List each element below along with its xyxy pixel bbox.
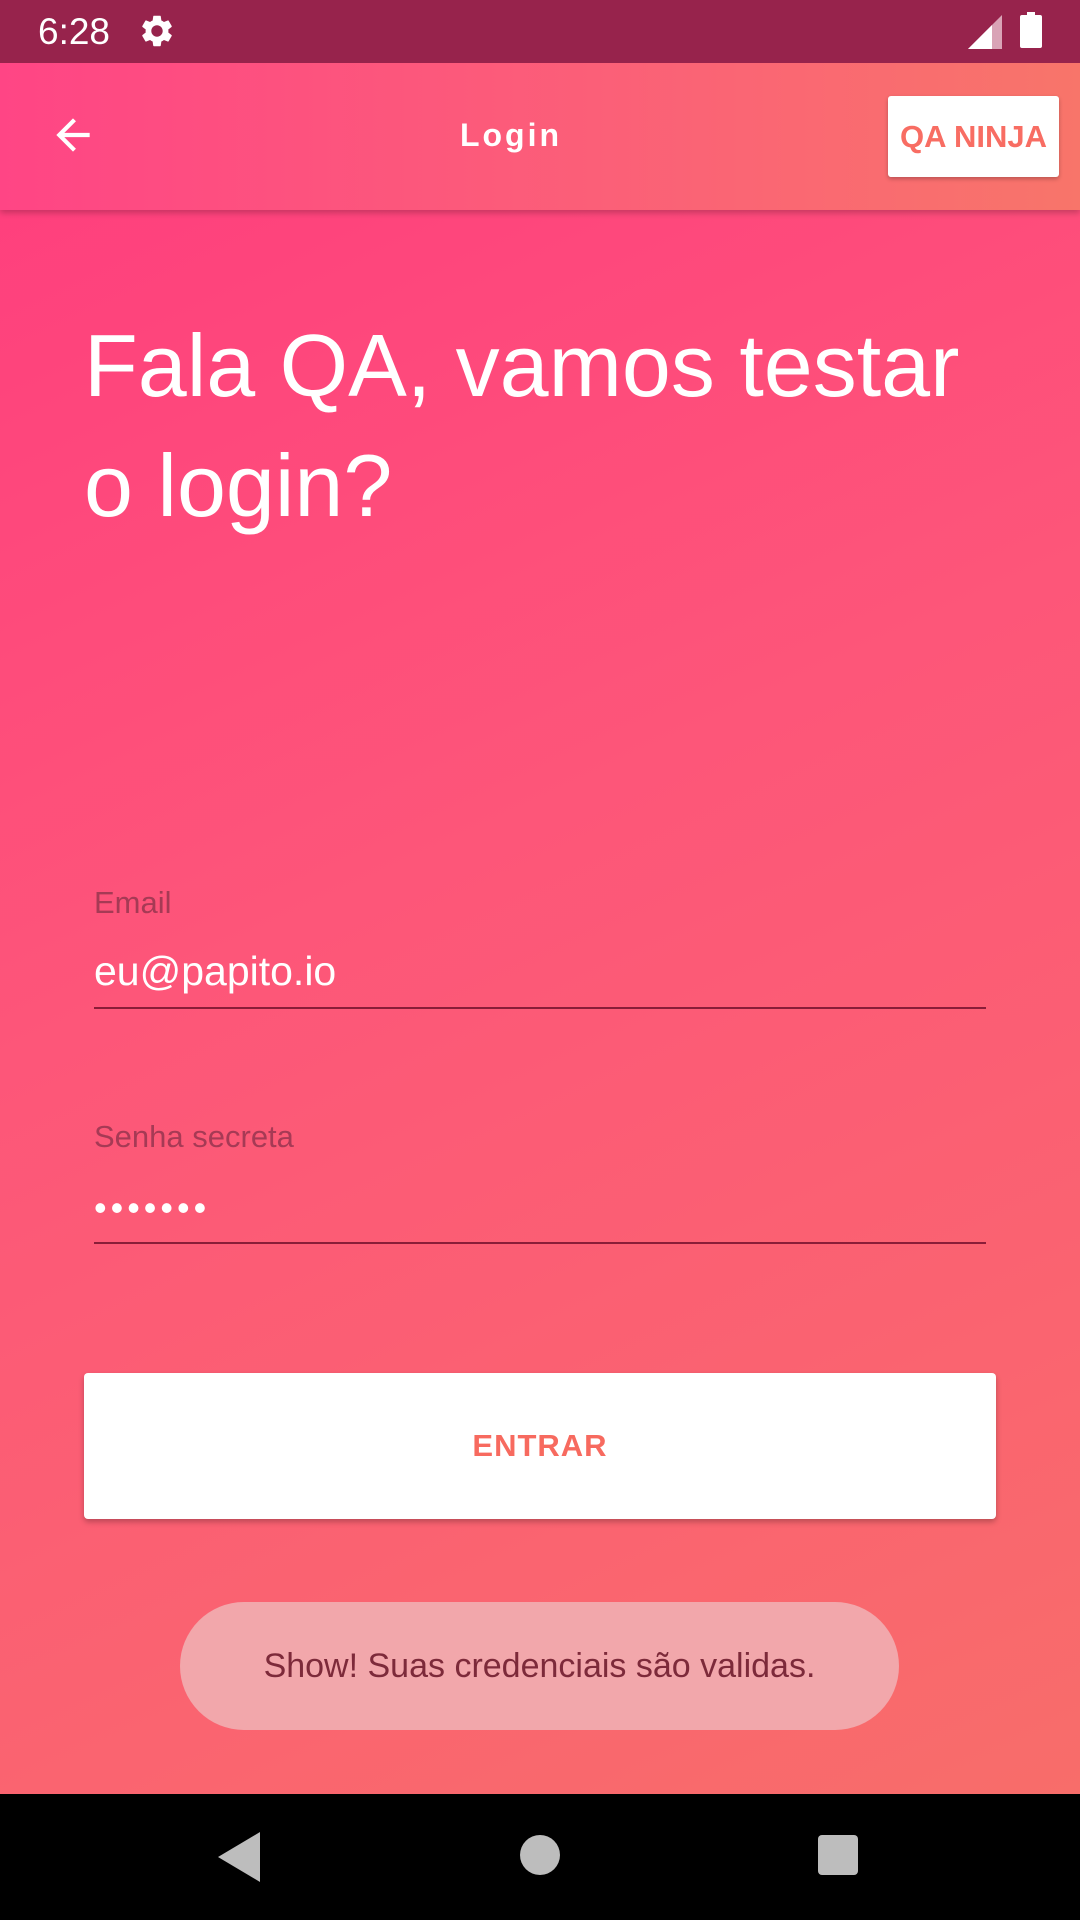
gear-icon — [138, 12, 176, 50]
toast-message: Show! Suas credenciais são validas. — [180, 1602, 899, 1730]
system-nav-bar — [0, 1794, 1080, 1920]
qa-ninja-button[interactable]: QA NINJA — [888, 96, 1059, 177]
email-label: Email — [94, 885, 172, 920]
password-label: Senha secreta — [94, 1119, 294, 1154]
email-input[interactable] — [94, 946, 986, 996]
password-underline — [94, 1242, 986, 1244]
nav-home-icon[interactable] — [520, 1835, 560, 1875]
status-time: 6:28 — [38, 11, 111, 52]
login-screen: Login QA NINJA Fala QA, vamos testar o l… — [0, 63, 1080, 1794]
nav-back-icon[interactable] — [218, 1832, 260, 1882]
app-bar: Login QA NINJA — [0, 63, 1080, 210]
password-field: Senha secreta — [94, 1118, 986, 1244]
login-button[interactable]: ENTRAR — [84, 1373, 996, 1519]
cell-signal-icon — [968, 15, 1002, 49]
email-field: Email — [94, 884, 986, 1009]
battery-icon — [1020, 12, 1042, 48]
page-title: Login — [459, 117, 563, 153]
headline: Fala QA, vamos testar o login? — [84, 316, 960, 535]
password-input[interactable] — [94, 1184, 986, 1232]
nav-recents-icon[interactable] — [818, 1835, 858, 1875]
status-bar: 6:28 — [0, 0, 1080, 63]
email-underline — [94, 1007, 986, 1009]
